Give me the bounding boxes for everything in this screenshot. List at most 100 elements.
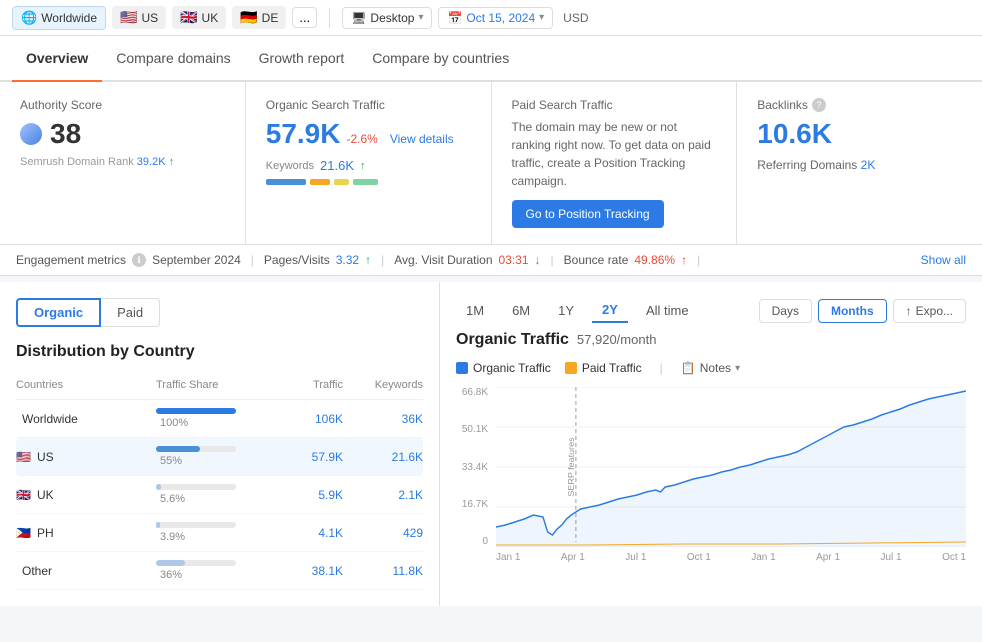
- position-tracking-button[interactable]: Go to Position Tracking: [512, 200, 664, 228]
- uk-label: UK: [202, 11, 219, 25]
- country-name: Other: [16, 564, 156, 578]
- x-label-1: Apr 1: [561, 552, 585, 563]
- pages-arrow: ↑: [365, 253, 371, 267]
- nav-tabs: Overview Compare domains Growth report C…: [0, 36, 982, 82]
- country-label: Worldwide: [22, 412, 78, 426]
- domain-rank-sub: Semrush Domain Rank 39.2K ↑: [20, 156, 225, 168]
- organic-legend[interactable]: Organic Traffic: [456, 361, 551, 375]
- time-1m[interactable]: 1M: [456, 299, 494, 322]
- us-flag: 🇺🇸: [120, 9, 137, 26]
- time-2y[interactable]: 2Y: [592, 298, 628, 323]
- kw-bar-seg2: [310, 179, 330, 185]
- keywords-value: 21.6K: [343, 450, 423, 464]
- country-name: 🇬🇧 UK: [16, 488, 156, 502]
- authority-score-card: Authority Score 38 Semrush Domain Rank 3…: [0, 82, 246, 244]
- country-flag: 🇺🇸: [16, 450, 31, 464]
- info-icon[interactable]: ?: [812, 98, 826, 112]
- duration-label: Avg. Visit Duration: [394, 253, 492, 267]
- traffic-bar-bg: [156, 560, 236, 566]
- organic-change: -2.6%: [346, 132, 377, 146]
- more-countries-button[interactable]: ...: [292, 7, 317, 28]
- traffic-bar-fill: [156, 408, 236, 414]
- x-label-3: Oct 1: [687, 552, 711, 563]
- y-label-0: 66.8K: [456, 387, 488, 398]
- table-row[interactable]: Other 36% 38.1K 11.8K: [16, 552, 423, 590]
- y-axis: 66.8K 50.1K 33.4K 16.7K 0: [456, 387, 492, 547]
- engagement-bar: Engagement metrics ℹ September 2024 | Pa…: [0, 245, 982, 276]
- paid-legend[interactable]: Paid Traffic: [565, 361, 642, 375]
- time-controls: 1M 6M 1Y 2Y All time: [456, 298, 699, 323]
- tab-growth-report[interactable]: Growth report: [245, 36, 359, 80]
- notes-label: Notes: [700, 361, 731, 375]
- keywords-bar: [266, 179, 471, 185]
- paid-toggle-button[interactable]: Paid: [101, 298, 160, 327]
- chevron-down-icon: ▾: [418, 12, 423, 23]
- col-countries: Countries: [16, 379, 156, 391]
- date-select[interactable]: 📅 Oct 15, 2024 ▾: [438, 7, 553, 29]
- keywords-value[interactable]: 21.6K: [320, 158, 354, 173]
- country-table: Worldwide 100% 106K 36K 🇺🇸 US 55% 57: [16, 400, 423, 590]
- tab-compare-domains[interactable]: Compare domains: [102, 36, 244, 80]
- col-traffic: Traffic: [273, 379, 343, 391]
- organic-toggle-button[interactable]: Organic: [16, 298, 101, 327]
- view-details-link[interactable]: View details: [390, 132, 454, 146]
- engagement-info-icon[interactable]: ℹ: [132, 253, 146, 267]
- de-pill[interactable]: 🇩🇪 DE: [232, 6, 286, 29]
- chart-plot: SERP features Jan 1 Apr 1 Jul 1 Oct 1 Ja…: [496, 387, 966, 563]
- organic-traffic-card: Organic Search Traffic 57.9K -2.6% View …: [246, 82, 492, 244]
- authority-score-label: Authority Score: [20, 98, 225, 112]
- us-pill[interactable]: 🇺🇸 US: [112, 6, 166, 29]
- y-label-2: 33.4K: [456, 462, 488, 473]
- export-button[interactable]: ↑ Expo...: [893, 299, 966, 323]
- svg-text:SERP features: SERP features: [566, 437, 576, 497]
- y-label-3: 16.7K: [456, 499, 488, 510]
- export-icon: ↑: [906, 304, 912, 318]
- country-name: Worldwide: [16, 412, 156, 426]
- worldwide-pill[interactable]: 🌐 Worldwide: [12, 6, 106, 30]
- time-1y[interactable]: 1Y: [548, 299, 584, 322]
- notes-button[interactable]: 📋 Notes ▾: [681, 361, 740, 375]
- show-all-link[interactable]: Show all: [921, 253, 966, 267]
- tab-overview[interactable]: Overview: [12, 36, 102, 80]
- device-select[interactable]: 🖥 Desktop ▾: [342, 7, 432, 29]
- backlinks-label: Backlinks ?: [757, 98, 962, 112]
- traffic-pct-label: 55%: [160, 455, 182, 467]
- time-6m[interactable]: 6M: [502, 299, 540, 322]
- col-traffic-share: Traffic Share: [156, 379, 273, 391]
- referring-value[interactable]: 2K: [861, 158, 876, 172]
- keywords-value: 36K: [343, 412, 423, 426]
- x-axis: Jan 1 Apr 1 Jul 1 Oct 1 Jan 1 Apr 1 Jul …: [496, 550, 966, 563]
- left-panel: Organic Paid Distribution by Country Cou…: [0, 282, 440, 606]
- traffic-bar-bg: [156, 408, 236, 414]
- uk-pill[interactable]: 🇬🇧 UK: [172, 6, 226, 29]
- referring-domains: Referring Domains 2K: [757, 158, 962, 172]
- table-header: Countries Traffic Share Traffic Keywords: [16, 375, 423, 400]
- traffic-bar-bg: [156, 446, 236, 452]
- currency-label: USD: [563, 11, 588, 25]
- days-view-button[interactable]: Days: [759, 299, 812, 323]
- table-row[interactable]: 🇬🇧 UK 5.6% 5.9K 2.1K: [16, 476, 423, 514]
- tab-compare-countries[interactable]: Compare by countries: [358, 36, 523, 80]
- view-controls: Days Months ↑ Expo...: [759, 299, 966, 323]
- months-view-button[interactable]: Months: [818, 299, 887, 323]
- right-header: 1M 6M 1Y 2Y All time Days Months ↑ Expo.…: [456, 298, 966, 323]
- table-row[interactable]: Worldwide 100% 106K 36K: [16, 400, 423, 438]
- distribution-title: Distribution by Country: [16, 343, 423, 361]
- x-label-5: Apr 1: [816, 552, 840, 563]
- organic-traffic-title: Organic Traffic: [456, 331, 569, 349]
- right-panel: 1M 6M 1Y 2Y All time Days Months ↑ Expo.…: [440, 282, 982, 606]
- time-all[interactable]: All time: [636, 299, 699, 322]
- keywords-value: 429: [343, 526, 423, 540]
- duration-value: 03:31: [499, 253, 529, 267]
- paid-traffic-card: Paid Search Traffic The domain may be ne…: [492, 82, 738, 244]
- keywords-label: Keywords: [266, 160, 314, 172]
- kw-bar-seg1: [266, 179, 306, 185]
- traffic-value: 38.1K: [273, 564, 343, 578]
- table-row[interactable]: 🇺🇸 US 55% 57.9K 21.6K: [16, 438, 423, 476]
- domain-rank-value[interactable]: 39.2K: [137, 156, 166, 168]
- backlinks-card: Backlinks ? 10.6K Referring Domains 2K: [737, 82, 982, 244]
- x-label-6: Jul 1: [881, 552, 902, 563]
- country-label: PH: [37, 526, 54, 540]
- paid-desc: The domain may be new or not ranking rig…: [512, 118, 717, 190]
- table-row[interactable]: 🇵🇭 PH 3.9% 4.1K 429: [16, 514, 423, 552]
